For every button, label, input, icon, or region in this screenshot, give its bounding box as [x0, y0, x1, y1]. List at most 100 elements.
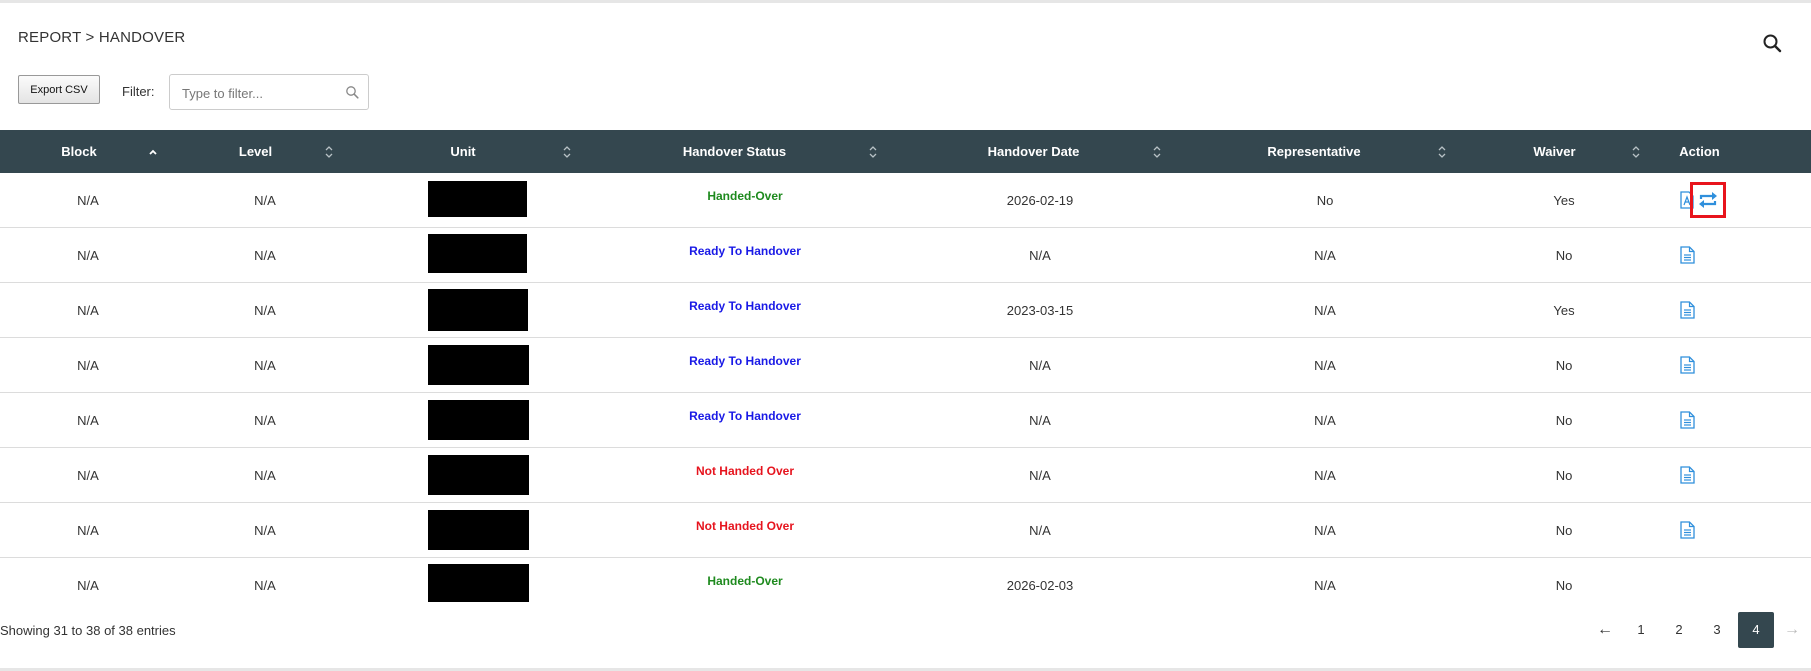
cell-waiver: No [1555, 578, 1573, 593]
document-icon[interactable] [1680, 301, 1695, 319]
redacted-unit [428, 510, 529, 550]
cell-waiver: Yes [1553, 193, 1575, 208]
cell-level: N/A [254, 193, 276, 208]
column-header-representative[interactable]: Representative [1171, 130, 1457, 173]
redacted-unit [428, 400, 529, 440]
status-badge: Not Handed Over [695, 464, 794, 478]
column-header-block[interactable]: Block [0, 130, 158, 173]
cell-handover-date: 2026-02-19 [1006, 193, 1074, 208]
redacted-unit [428, 345, 529, 385]
pagination-previous[interactable]: ← [1592, 612, 1618, 648]
document-icon[interactable] [1680, 356, 1695, 374]
status-badge: Handed-Over [707, 189, 783, 203]
redacted-unit [428, 564, 529, 602]
cell-waiver: No [1555, 523, 1573, 538]
cell-handover-date: N/A [1029, 413, 1051, 428]
sort-icon[interactable] [1437, 145, 1447, 159]
table-info: Showing 31 to 38 of 38 entries [0, 623, 176, 638]
column-header-action: Action [1679, 144, 1720, 159]
pagination-page-1[interactable]: 1 [1628, 612, 1654, 648]
cell-representative: N/A [1314, 248, 1336, 263]
sort-icon[interactable] [324, 145, 334, 159]
cell-waiver: No [1555, 248, 1573, 263]
column-header-handover-status[interactable]: Handover Status [573, 130, 896, 173]
cell-block: N/A [77, 523, 99, 538]
breadcrumb: REPORT > HANDOVER [18, 29, 186, 46]
table-row: N/A N/A Ready To Handover N/A N/A No [0, 393, 1811, 448]
cell-block: N/A [77, 248, 99, 263]
cell-level: N/A [254, 248, 276, 263]
redacted-unit [428, 181, 527, 217]
cell-block: N/A [77, 303, 99, 318]
cell-waiver: Yes [1553, 303, 1575, 318]
pagination-page-2[interactable]: 2 [1666, 612, 1692, 648]
cell-handover-date: 2026-02-03 [1006, 578, 1074, 593]
column-header-waiver[interactable]: Waiver [1457, 130, 1652, 173]
table-row: N/A N/A Ready To Handover N/A N/A No [0, 338, 1811, 393]
table-row: N/A N/A Not Handed Over N/A N/A No [0, 503, 1811, 558]
table-header: Block Level Unit Handover Status Handove… [0, 130, 1811, 173]
cell-waiver: No [1555, 468, 1573, 483]
document-icon[interactable] [1680, 411, 1695, 429]
status-badge: Ready To Handover [689, 354, 801, 368]
cell-handover-date: 2023-03-15 [1006, 303, 1074, 318]
pagination-page-3[interactable]: 3 [1704, 612, 1730, 648]
search-icon [346, 86, 359, 99]
status-badge: Ready To Handover [689, 409, 801, 423]
cell-handover-date: N/A [1029, 468, 1051, 483]
cell-representative: N/A [1314, 303, 1336, 318]
cell-handover-date: N/A [1029, 248, 1051, 263]
filter-input[interactable] [182, 84, 342, 102]
filter-label: Filter: [122, 84, 155, 99]
cell-block: N/A [77, 193, 99, 208]
cell-representative: N/A [1314, 578, 1336, 593]
cell-waiver: No [1555, 358, 1573, 373]
cell-representative: No [1316, 193, 1334, 208]
filter-field[interactable] [169, 74, 369, 110]
cell-representative: N/A [1314, 358, 1336, 373]
top-divider [0, 0, 1811, 3]
cell-level: N/A [254, 523, 276, 538]
table-row: N/A N/A Ready To Handover N/A N/A No [0, 228, 1811, 283]
table-row: N/A N/A Handed-Over 2026-02-19 No Yes [0, 173, 1811, 228]
status-badge: Not Handed Over [695, 519, 794, 533]
cell-representative: N/A [1314, 413, 1336, 428]
redacted-unit [428, 289, 528, 331]
cell-block: N/A [77, 413, 99, 428]
cell-block: N/A [77, 358, 99, 373]
cell-handover-date: N/A [1029, 523, 1051, 538]
document-icon[interactable] [1680, 521, 1695, 539]
sort-ascending-icon[interactable] [148, 145, 158, 159]
pagination-next[interactable]: → [1780, 612, 1804, 648]
cell-handover-date: N/A [1029, 358, 1051, 373]
redacted-unit [428, 234, 527, 273]
status-badge: Ready To Handover [689, 244, 801, 258]
status-badge: Ready To Handover [689, 299, 801, 313]
cell-block: N/A [77, 468, 99, 483]
cell-level: N/A [254, 578, 276, 593]
highlight-box [1690, 182, 1726, 218]
table-row: N/A N/A Ready To Handover 2023-03-15 N/A… [0, 283, 1811, 338]
sort-icon[interactable] [1631, 145, 1641, 159]
table-row: N/A N/A Handed-Over 2026-02-03 N/A No [0, 558, 1811, 613]
search-icon[interactable] [1762, 33, 1782, 53]
status-badge: Handed-Over [707, 574, 783, 588]
cell-representative: N/A [1314, 523, 1336, 538]
document-icon[interactable] [1680, 246, 1695, 264]
table-row: N/A N/A Not Handed Over N/A N/A No [0, 448, 1811, 503]
redacted-unit [428, 455, 529, 495]
sort-icon[interactable] [1152, 145, 1162, 159]
cell-level: N/A [254, 468, 276, 483]
sort-icon[interactable] [562, 145, 572, 159]
export-csv-button[interactable]: Export CSV [18, 75, 100, 104]
cell-level: N/A [254, 303, 276, 318]
cell-representative: N/A [1314, 468, 1336, 483]
cell-level: N/A [254, 413, 276, 428]
document-icon[interactable] [1680, 466, 1695, 484]
pagination-page-4[interactable]: 4 [1738, 612, 1774, 648]
cell-level: N/A [254, 358, 276, 373]
sort-icon[interactable] [868, 145, 878, 159]
column-header-handover-date[interactable]: Handover Date [896, 130, 1171, 173]
cell-block: N/A [77, 578, 99, 593]
column-header-unit[interactable]: Unit [353, 130, 573, 173]
